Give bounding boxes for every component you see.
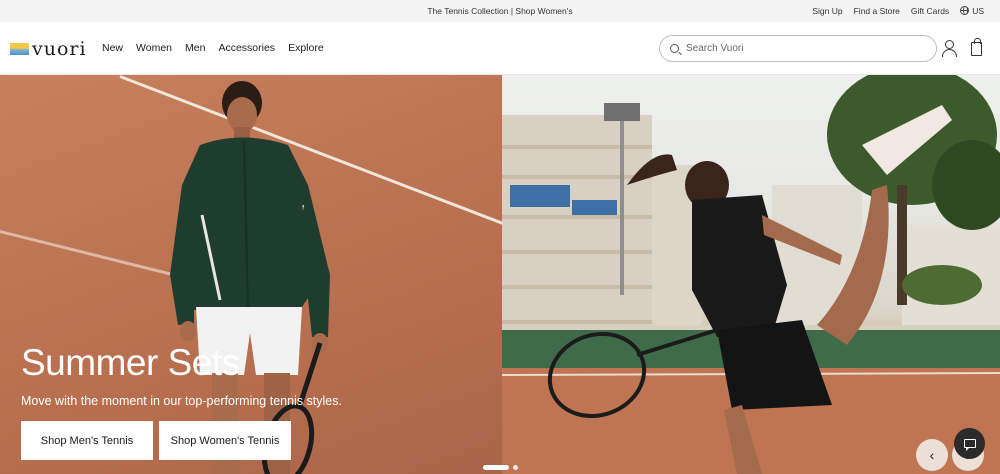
gift-cards-link[interactable]: Gift Cards	[911, 6, 949, 16]
account-icon-head	[945, 40, 954, 49]
find-store-link[interactable]: Find a Store	[854, 6, 900, 16]
search-input[interactable]	[686, 43, 916, 54]
carousel-dot-active[interactable]	[483, 465, 509, 470]
nav-item-men[interactable]: Men	[185, 42, 205, 54]
vuori-logo[interactable]: vuori	[10, 39, 87, 59]
hero-carousel: Summer Sets Move with the moment in our …	[0, 75, 1000, 474]
shop-mens-tennis-button[interactable]: Shop Men's Tennis	[21, 421, 153, 460]
carousel-dot[interactable]	[513, 465, 518, 470]
hero-image-men: Summer Sets Move with the moment in our …	[0, 75, 502, 474]
region-label: US	[972, 6, 984, 16]
main-header: vuori New Women Men Accessories Explore	[0, 22, 1000, 75]
hero-title: Summer Sets	[21, 342, 240, 383]
hero-image-women	[502, 75, 1000, 474]
search-box[interactable]	[659, 35, 937, 62]
region-selector[interactable]: US	[960, 6, 984, 16]
chat-icon	[963, 439, 976, 451]
bag-icon[interactable]	[971, 38, 982, 56]
nav-item-accessories[interactable]: Accessories	[218, 42, 275, 54]
chevron-left-icon: ‹	[929, 447, 935, 463]
chat-button[interactable]	[954, 428, 985, 459]
hero-subtitle: Move with the moment in our top-performi…	[21, 394, 342, 408]
utility-links: Sign Up Find a Store Gift Cards US	[812, 6, 984, 16]
sign-up-link[interactable]: Sign Up	[812, 6, 842, 16]
account-icon[interactable]	[942, 40, 958, 57]
globe-icon	[960, 6, 970, 15]
nav-item-women[interactable]: Women	[136, 42, 172, 54]
tennis-player-man	[170, 81, 330, 474]
search-icon	[670, 44, 679, 53]
utility-bar: The Tennis Collection | Shop Women's Sig…	[0, 0, 1000, 22]
promo-link[interactable]: The Tennis Collection | Shop Women's	[427, 6, 572, 16]
logo-mark	[10, 43, 29, 55]
shop-womens-tennis-button[interactable]: Shop Women's Tennis	[159, 421, 291, 460]
primary-nav: New Women Men Accessories Explore	[102, 42, 324, 54]
carousel-prev-button[interactable]: ‹	[916, 439, 948, 471]
carousel-pagination	[483, 465, 518, 470]
logo-text: vuori	[32, 37, 87, 60]
tennis-scene-woman	[502, 75, 1000, 474]
nav-item-new[interactable]: New	[102, 42, 123, 54]
nav-item-explore[interactable]: Explore	[288, 42, 324, 54]
account-icon-body	[942, 49, 957, 57]
